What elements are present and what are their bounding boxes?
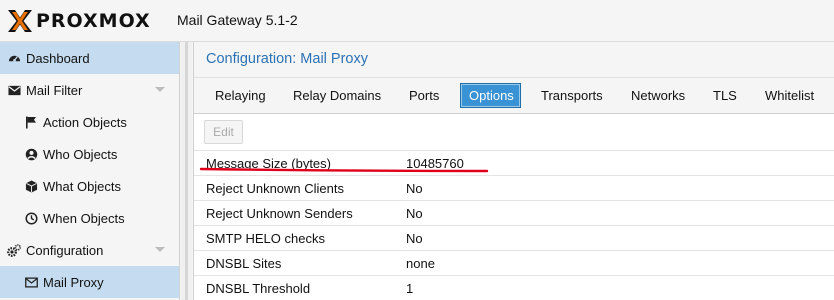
main-panel: Configuration: Mail Proxy Relaying Relay… bbox=[193, 42, 834, 300]
option-name: SMTP HELO checks bbox=[206, 231, 325, 246]
splitter-grip[interactable] bbox=[185, 42, 188, 300]
option-name: Reject Unknown Senders bbox=[206, 206, 353, 221]
sidebar-nav: Dashboard Mail Filter Action Objects Who… bbox=[0, 42, 180, 300]
clock-icon bbox=[24, 211, 38, 225]
sidebar-item-mail-filter[interactable]: Mail Filter bbox=[0, 74, 179, 106]
proxmox-x-icon bbox=[8, 10, 32, 32]
chevron-down-icon[interactable] bbox=[155, 87, 165, 92]
options-grid: Message Size (bytes) 10485760 Reject Unk… bbox=[194, 150, 834, 300]
sidebar-item-who-objects[interactable]: Who Objects bbox=[0, 138, 179, 170]
proxmox-logo[interactable]: PROXMOX bbox=[7, 9, 151, 33]
table-row[interactable]: SMTP HELO checks No bbox=[194, 226, 834, 251]
option-value: 1 bbox=[406, 281, 414, 296]
option-value: No bbox=[406, 231, 423, 246]
top-bar: PROXMOX Mail Gateway 5.1-2 bbox=[0, 0, 834, 42]
option-value: No bbox=[406, 206, 423, 221]
envelope-icon bbox=[7, 83, 21, 97]
table-row[interactable]: Reject Unknown Clients No bbox=[194, 176, 834, 201]
panel-header: Configuration: Mail Proxy bbox=[194, 42, 834, 78]
option-value: none bbox=[406, 256, 435, 271]
option-name: DNSBL Sites bbox=[206, 256, 282, 271]
sidebar-item-when-objects[interactable]: When Objects bbox=[0, 202, 179, 234]
product-version: Mail Gateway 5.1-2 bbox=[177, 12, 298, 28]
sidebar-item-what-objects[interactable]: What Objects bbox=[0, 170, 179, 202]
sidebar-item-label: Configuration bbox=[26, 242, 104, 258]
edit-button[interactable]: Edit bbox=[204, 120, 243, 144]
sidebar-item-configuration[interactable]: Configuration bbox=[0, 234, 179, 266]
sidebar-item-label: Mail Filter bbox=[26, 82, 83, 98]
panel-splitter[interactable] bbox=[181, 42, 192, 300]
tachometer-icon bbox=[7, 51, 21, 65]
toolbar: Edit bbox=[194, 115, 834, 149]
table-row[interactable]: DNSBL Threshold 1 bbox=[194, 276, 834, 300]
table-row[interactable]: Reject Unknown Senders No bbox=[194, 201, 834, 226]
tab-bar: Relaying Relay Domains Ports Options Tra… bbox=[194, 78, 834, 114]
option-name: Reject Unknown Clients bbox=[206, 181, 345, 196]
sidebar-item-dashboard[interactable]: Dashboard bbox=[0, 42, 179, 74]
sidebar-item-action-objects[interactable]: Action Objects bbox=[0, 106, 179, 138]
tab-ports[interactable]: Ports bbox=[401, 83, 447, 108]
cube-icon bbox=[24, 179, 38, 193]
gears-icon bbox=[7, 243, 21, 257]
sidebar-item-label: What Objects bbox=[43, 178, 122, 194]
table-row[interactable]: DNSBL Sites none bbox=[194, 251, 834, 276]
sidebar-item-mail-proxy[interactable]: Mail Proxy bbox=[0, 266, 179, 298]
sidebar-item-label: Mail Proxy bbox=[43, 274, 104, 290]
sidebar-item-label: Who Objects bbox=[43, 146, 118, 162]
option-name: DNSBL Threshold bbox=[206, 281, 311, 296]
user-circle-icon bbox=[24, 147, 38, 161]
sidebar-item-label: Dashboard bbox=[26, 50, 90, 66]
tab-tls[interactable]: TLS bbox=[705, 83, 745, 108]
flag-icon bbox=[24, 115, 38, 129]
sidebar-item-label: When Objects bbox=[43, 210, 125, 226]
option-name: Message Size (bytes) bbox=[206, 156, 331, 171]
sidebar-item-label: Action Objects bbox=[43, 114, 127, 130]
envelope-outline-icon bbox=[24, 275, 38, 289]
tab-networks[interactable]: Networks bbox=[623, 83, 693, 108]
tab-options[interactable]: Options bbox=[460, 83, 521, 108]
page-title: Configuration: Mail Proxy bbox=[206, 51, 368, 67]
tab-whitelist[interactable]: Whitelist bbox=[757, 83, 822, 108]
tab-relaying[interactable]: Relaying bbox=[207, 83, 274, 108]
tab-relay-domains[interactable]: Relay Domains bbox=[285, 83, 389, 108]
chevron-down-icon[interactable] bbox=[155, 247, 165, 252]
table-row[interactable]: Message Size (bytes) 10485760 bbox=[194, 151, 834, 176]
logo-text: PROXMOX bbox=[36, 10, 151, 32]
option-value: No bbox=[406, 181, 423, 196]
option-value: 10485760 bbox=[406, 156, 464, 171]
tab-transports[interactable]: Transports bbox=[533, 83, 611, 108]
